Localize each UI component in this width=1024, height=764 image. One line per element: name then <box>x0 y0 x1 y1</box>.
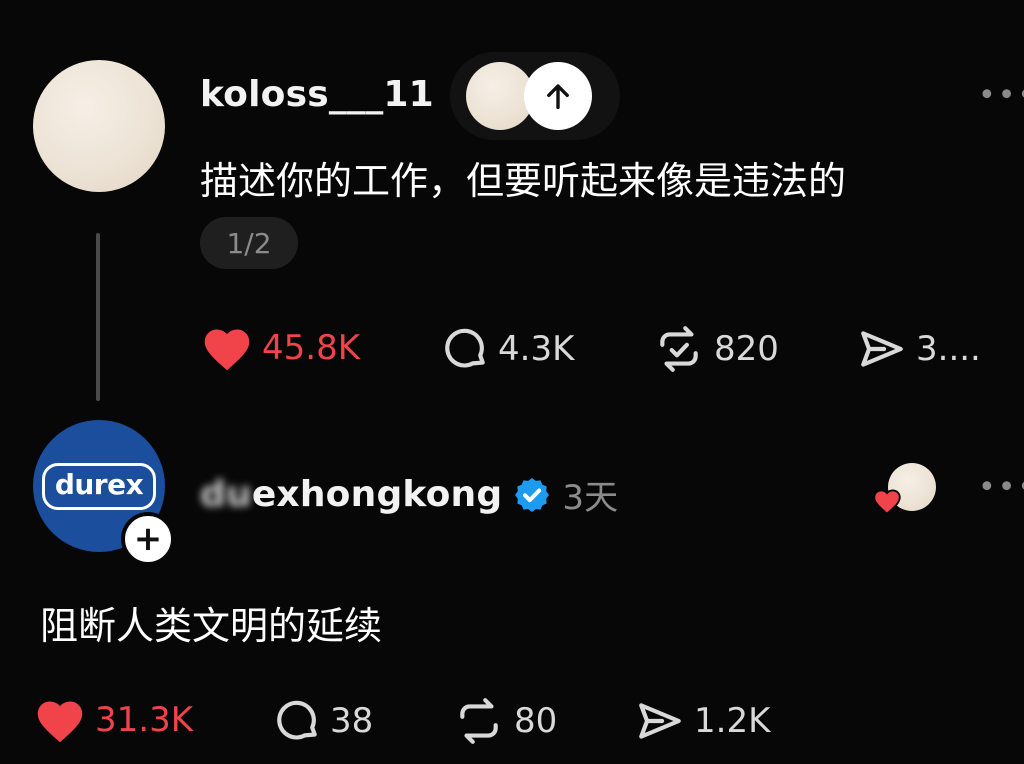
comment-bubble-icon <box>445 328 485 368</box>
post-more-icon[interactable]: ••• <box>978 78 1024 113</box>
durex-logo: durex <box>41 462 157 510</box>
post-like-button[interactable]: 45.8K <box>200 324 360 372</box>
post-comment-button[interactable]: 4.3K <box>440 324 574 374</box>
post-like-count: 45.8K <box>262 328 360 368</box>
post-author-avatar[interactable] <box>33 60 165 192</box>
reply-author-username[interactable]: du exhongkong 3天 <box>200 470 618 519</box>
author-liked-heart-icon <box>873 489 901 515</box>
post-comment-count: 4.3K <box>498 329 575 369</box>
scroll-up-button[interactable] <box>524 62 592 130</box>
reply-comment-count: 38 <box>330 701 374 741</box>
reply-repost-button[interactable]: 80 <box>452 696 557 746</box>
comment-bubble-icon <box>277 700 317 740</box>
post-repost-count: 820 <box>714 329 779 369</box>
post-repost-button[interactable]: 820 <box>652 324 779 374</box>
reply-share-count: 1.2K <box>694 701 771 741</box>
heart-filled-icon <box>37 701 83 743</box>
post-text: 描述你的工作，但要听起来像是违法的 <box>200 159 847 203</box>
reply-comment-button[interactable]: 38 <box>272 696 373 746</box>
heart-filled-icon <box>204 329 250 371</box>
reply-repost-count: 80 <box>514 701 558 741</box>
arrow-up-icon <box>547 84 569 110</box>
username-obscured-part: du <box>200 474 252 515</box>
send-icon <box>639 703 681 739</box>
thread-connector-line <box>96 233 100 401</box>
reply-text: 阻断人类文明的延续 <box>40 604 383 648</box>
post-author-username[interactable]: koloss___11 <box>200 74 434 115</box>
reply-like-button[interactable]: 31.3K <box>33 696 193 744</box>
username-visible-part: exhongkong <box>251 474 503 515</box>
reply-like-count: 31.3K <box>95 700 193 740</box>
post-share-button[interactable]: 3.... <box>856 324 981 374</box>
follow-button[interactable]: + <box>121 512 175 566</box>
post-share-count: 3.... <box>916 329 981 369</box>
repost-icon <box>460 698 498 744</box>
reply-share-button[interactable]: 1.2K <box>634 696 770 746</box>
plus-icon: + <box>133 519 163 559</box>
send-icon <box>861 331 903 367</box>
media-page-indicator: 1/2 <box>200 217 298 269</box>
reply-more-icon[interactable]: ••• <box>978 470 1024 505</box>
reply-timestamp: 3天 <box>562 478 619 518</box>
verified-badge-icon <box>515 477 550 512</box>
repost-check-icon <box>660 326 698 372</box>
